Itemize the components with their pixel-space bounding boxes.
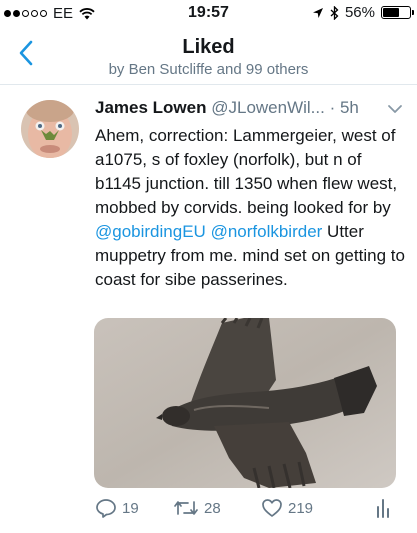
- author-name[interactable]: James Lowen: [95, 98, 207, 117]
- analytics-button[interactable]: [375, 497, 391, 519]
- reply-count: 19: [122, 499, 139, 517]
- like-button[interactable]: 219: [261, 497, 313, 519]
- battery-percent: 56%: [344, 4, 375, 21]
- reply-icon: [96, 499, 116, 518]
- mention-link[interactable]: @gobirdingEU: [95, 222, 206, 241]
- tweet-actions: 19 28 219: [95, 497, 403, 523]
- retweet-icon: [174, 501, 198, 515]
- reply-button[interactable]: 19: [95, 497, 139, 519]
- retweet-button[interactable]: 28: [173, 497, 221, 519]
- time-separator: ·: [324, 98, 340, 117]
- mention-link[interactable]: @norfolkbirder: [211, 222, 323, 241]
- chevron-down-icon[interactable]: [387, 103, 403, 115]
- author-handle[interactable]: @JLowenWil...: [211, 98, 325, 117]
- tweet-text-part: Ahem, correction: Lammergeier, west of a…: [95, 126, 398, 217]
- location-arrow-icon: [312, 7, 323, 18]
- page-subtitle[interactable]: by Ben Sutcliffe and 99 others: [0, 61, 417, 78]
- bluetooth-icon: [330, 5, 339, 20]
- page-title: Liked: [182, 36, 235, 58]
- nav-header: Liked by Ben Sutcliffe and 99 others: [0, 28, 417, 85]
- tweet-time: 5h: [339, 98, 359, 117]
- avatar[interactable]: [21, 100, 79, 158]
- battery-icon: [381, 6, 414, 19]
- like-count: 219: [288, 499, 314, 517]
- analytics-icon: [377, 499, 389, 518]
- tweet-header: James Lowen @JLowenWil... · 5h: [95, 98, 403, 120]
- retweet-count: 28: [204, 499, 221, 517]
- tweet-media-photo[interactable]: [94, 318, 396, 488]
- heart-icon: [262, 499, 282, 517]
- status-bar: EE 19:57 56%: [0, 0, 417, 28]
- status-right: 56%: [312, 4, 414, 21]
- tweet-text: Ahem, correction: Lammergeier, west of a…: [95, 124, 409, 292]
